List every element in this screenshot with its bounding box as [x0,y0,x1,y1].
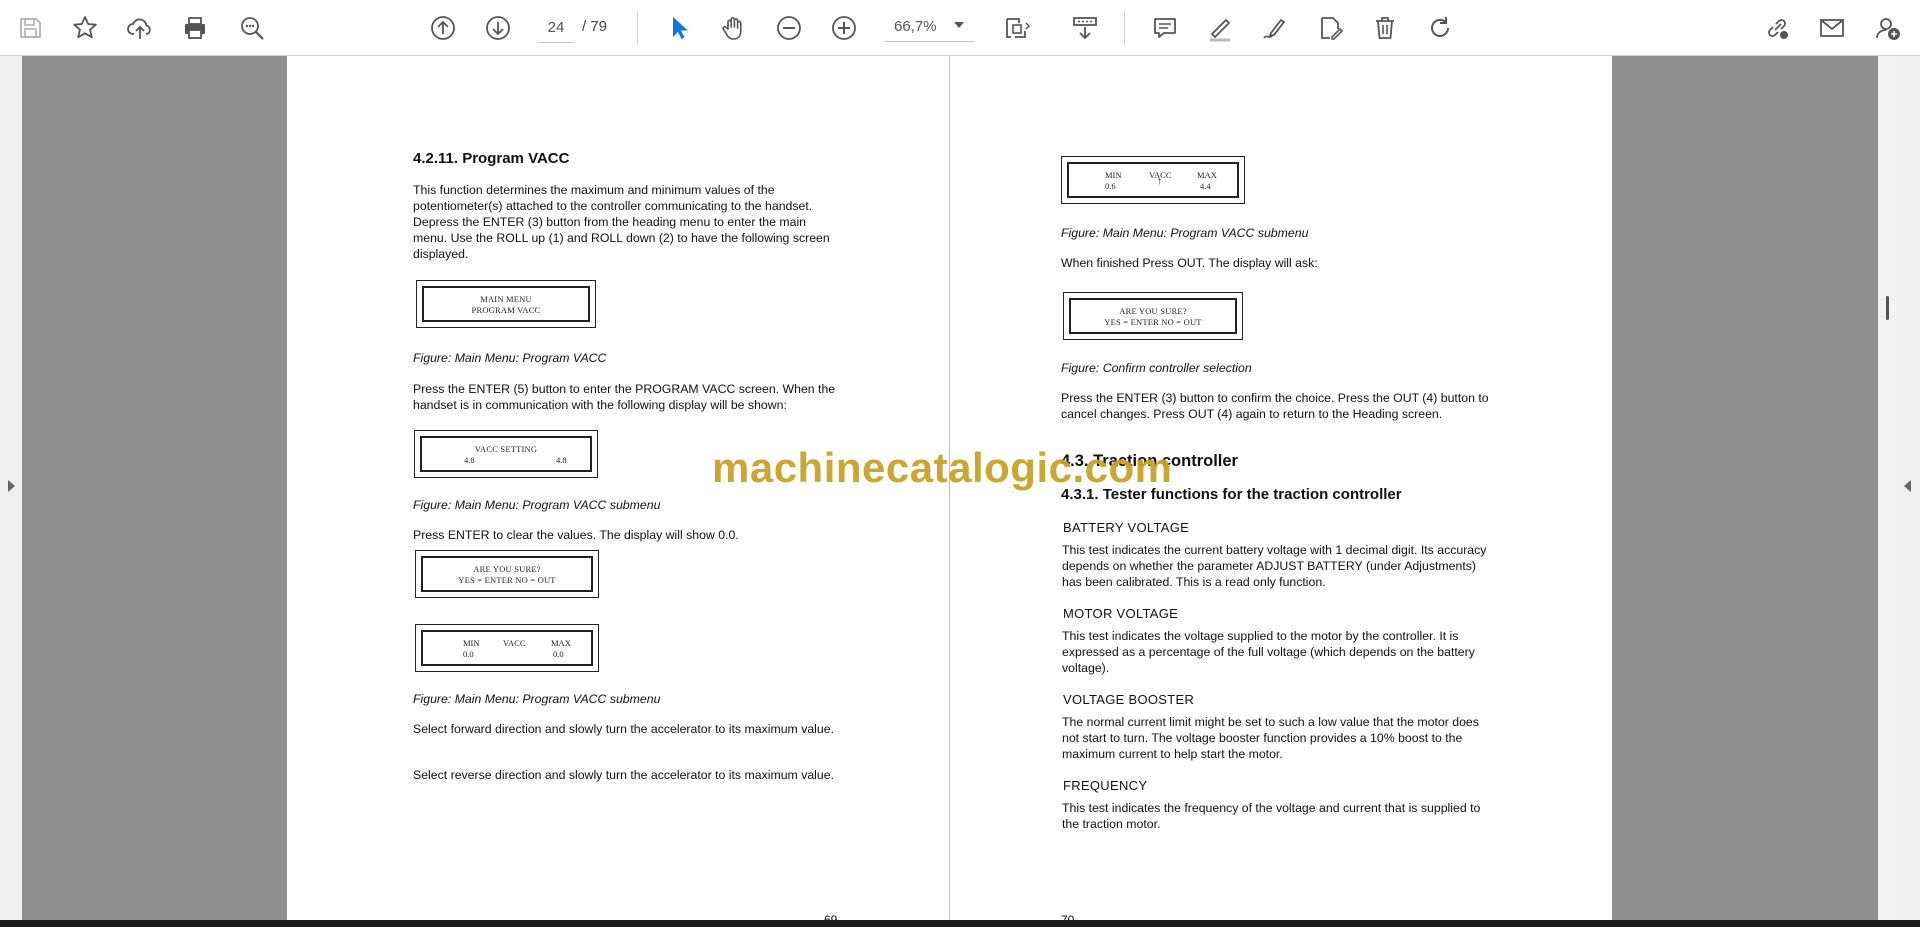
chevron-left-icon [1904,480,1911,492]
lcd-label: MIN [1105,170,1122,180]
lcd-line: PROGRAM VACC [471,305,541,315]
delete-icon[interactable] [1365,8,1405,48]
lcd-display: MIN VACC MAX 0.6 ↑ 4.4 [1061,156,1245,204]
comment-icon[interactable] [1145,8,1185,48]
figure-caption: Figure: Main Menu: Program VACC submenu [1061,226,1309,240]
share-link-icon[interactable] [1757,8,1797,48]
lcd-value: 4.8 [556,455,567,465]
zoom-in-icon[interactable] [824,8,864,48]
scrollbar-thumb[interactable] [1886,296,1889,320]
toolbar-divider [1124,11,1125,45]
toolbar-divider [637,11,638,45]
vertical-scrollbar[interactable] [1878,56,1896,920]
page-up-icon[interactable] [423,8,463,48]
chevron-down-icon [954,22,964,28]
bookmark-star-icon[interactable] [65,8,105,48]
subsection-title: FREQUENCY [1063,778,1148,793]
paragraph: Press ENTER to clear the values. The dis… [413,528,739,542]
add-user-icon[interactable] [1868,8,1908,48]
bottom-edge [0,920,1920,927]
lcd-label: MAX [551,638,571,648]
paragraph: This test indicates the voltage supplied… [1062,629,1475,675]
lcd-label: VACC [503,638,526,648]
zoom-select[interactable]: 66,7% [884,12,974,42]
zoom-out-icon[interactable] [769,8,809,48]
page-number-input[interactable] [538,12,574,43]
upload-cloud-icon[interactable] [120,8,160,48]
chevron-right-icon [8,480,15,492]
page-number: 69 [824,913,838,920]
paragraph: When finished Press OUT. The display wil… [1061,256,1318,270]
fit-page-icon[interactable] [996,8,1036,48]
zoom-search-icon[interactable] [232,8,272,48]
lcd-label: MIN [463,638,480,648]
lcd-line: YES = ENTER NO = OUT [458,575,556,585]
lcd-value: 0.0 [463,649,474,659]
lcd-label: MAX [1197,170,1217,180]
subsection-title: MOTOR VOLTAGE [1063,606,1179,621]
save-icon[interactable] [10,8,50,48]
subsection-title: VOLTAGE BOOSTER [1063,692,1195,707]
hand-tool-icon[interactable] [714,8,754,48]
lcd-line: ARE YOU SURE? [1119,306,1187,316]
paragraph: This function determines the maximum and… [413,183,830,261]
highlight-pen-icon[interactable] [1200,8,1240,48]
left-panel-toggle[interactable] [0,56,22,920]
scroll-mode-icon[interactable] [1065,8,1105,48]
lcd-display: ARE YOU SURE? YES = ENTER NO = OUT [415,550,599,598]
paragraph: The normal current limit might be set to… [1062,715,1479,761]
page-total: / 79 [582,18,608,35]
lcd-cursor-arrow: ↑ [1157,176,1162,187]
paragraph: Press the ENTER (5) button to enter the … [413,382,836,412]
lcd-value: 0.0 [553,649,564,659]
email-icon[interactable] [1812,8,1852,48]
lcd-display: MIN VACC MAX 0.0 0.0 [415,624,599,672]
figure-caption: Figure: Main Menu: Program VACC [413,351,607,365]
toolbar: / 79 66,7% [0,0,1920,56]
paragraph: Select reverse direction and slowly turn… [413,768,835,782]
paragraph: Select forward direction and slowly turn… [413,722,835,736]
figure-caption: Figure: Main Menu: Program VACC submenu [413,692,661,706]
section-heading: 4.2.11. Program VACC [413,150,570,167]
select-cursor-icon[interactable] [659,8,699,48]
draw-icon[interactable] [1255,8,1295,48]
rotate-icon[interactable] [1420,8,1460,48]
lcd-value: 4.8 [464,455,475,465]
lcd-display: ARE YOU SURE? YES = ENTER NO = OUT [1063,292,1243,340]
paragraph: This test indicates the current battery … [1062,543,1487,589]
lcd-display: MAIN MENU PROGRAM VACC [416,280,596,328]
lcd-line: MAIN MENU [480,294,532,304]
print-icon[interactable] [175,8,215,48]
lcd-value: 4.4 [1200,181,1211,191]
zoom-value: 66,7% [894,18,937,35]
edit-document-icon[interactable] [1310,8,1350,48]
page-down-icon[interactable] [478,8,518,48]
lcd-line: VACC SETTING [474,444,538,454]
watermark: machinecatalogic.com [712,444,1173,491]
lcd-display: VACC SETTING 4.8 4.8 [414,430,598,478]
subsection-title: BATTERY VOLTAGE [1063,520,1190,535]
lcd-line: ARE YOU SURE? [473,564,541,574]
paragraph: Press the ENTER (3) button to confirm th… [1061,391,1489,421]
lcd-value: 0.6 [1105,181,1116,191]
figure-caption: Figure: Main Menu: Program VACC submenu [413,498,661,512]
lcd-line: YES = ENTER NO = OUT [1104,317,1202,327]
page-number: 70 [1061,913,1075,920]
paragraph: This test indicates the frequency of the… [1062,801,1481,831]
figure-caption: Figure: Confirm controller selection [1061,361,1252,375]
